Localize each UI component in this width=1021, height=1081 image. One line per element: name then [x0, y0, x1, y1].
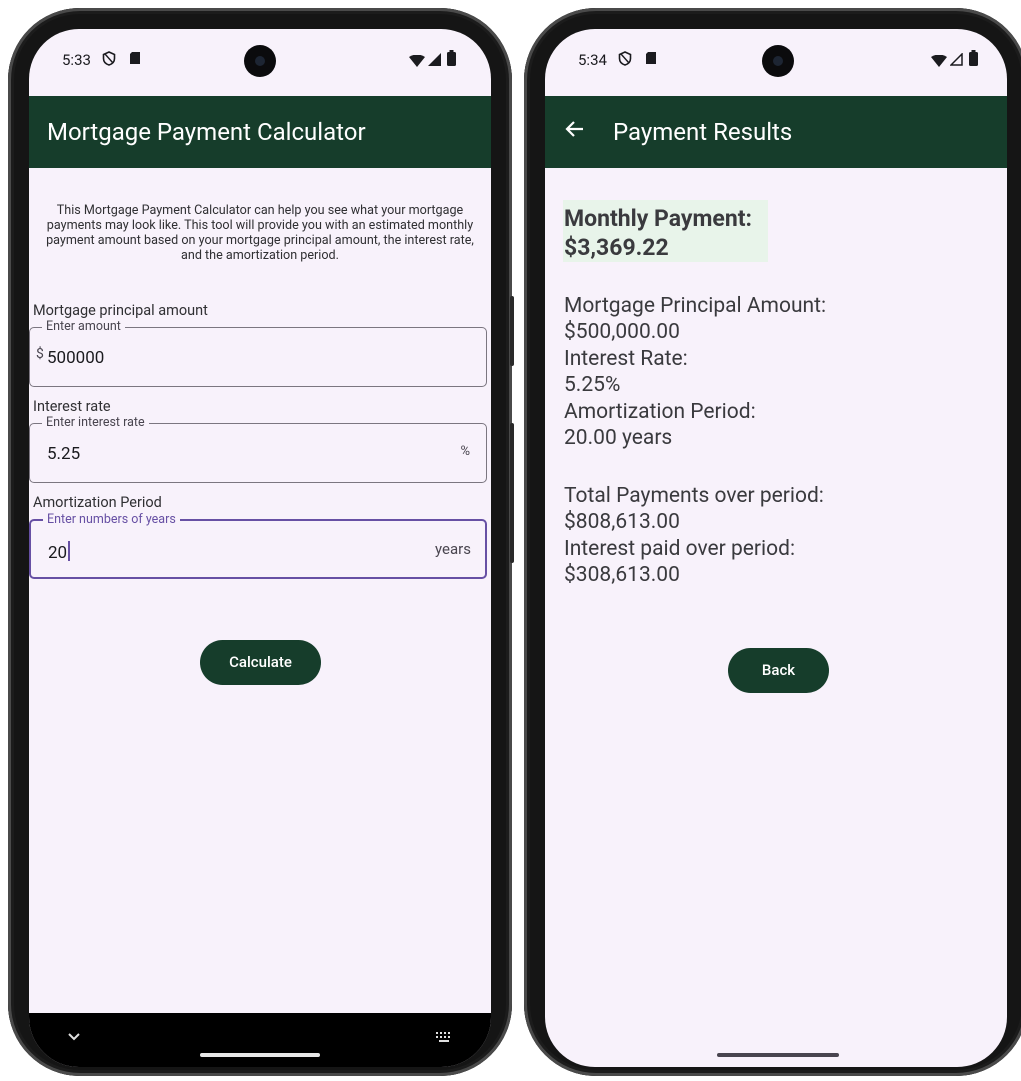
calculate-button[interactable]: Calculate — [200, 640, 321, 685]
interest-label: Interest rate — [33, 398, 111, 415]
period-label: Amortization Period: — [564, 400, 756, 424]
front-camera — [244, 45, 276, 77]
principal-legend: Enter amount — [42, 320, 125, 334]
intro-text: This Mortgage Payment Calculator can hel… — [46, 203, 474, 263]
currency-prefix: $ — [36, 346, 44, 362]
principal-label: Mortgage principal amount — [33, 302, 208, 319]
results-screen: 5:34 Payment Results Monthly Payment: $3… — [545, 29, 1007, 1067]
total-payments-label: Total Payments over period: — [564, 484, 824, 508]
keyboard-icon[interactable] — [435, 1031, 453, 1046]
interest-paid-label: Interest paid over period: — [564, 537, 796, 561]
chevron-down-icon[interactable] — [67, 1027, 81, 1046]
wifi-icon — [409, 53, 425, 71]
home-handle[interactable] — [200, 1053, 320, 1057]
percent-suffix: % — [460, 444, 470, 459]
app-bar: Mortgage Payment Calculator — [29, 96, 491, 168]
home-handle[interactable] — [717, 1053, 839, 1057]
monthly-payment-value: $3,369.22 — [564, 234, 669, 261]
battery-icon — [969, 50, 978, 70]
status-bar: 5:33 — [29, 29, 491, 93]
period-value: 20.00 years — [564, 426, 673, 450]
phone-frame-right: 5:34 Payment Results Monthly Payment: $3… — [524, 8, 1021, 1076]
status-time: 5:33 — [62, 51, 91, 69]
text-caret — [68, 541, 71, 561]
volume-button — [510, 296, 514, 366]
signal-icon — [949, 52, 963, 70]
monthly-payment-label: Monthly Payment: — [564, 205, 752, 232]
total-payments-value: $808,613.00 — [564, 510, 680, 534]
phone-frame-left: 5:33 Mortgage Payment Calculator This Mo… — [8, 8, 514, 1076]
power-button — [510, 423, 514, 563]
app-bar: Payment Results — [545, 96, 1007, 168]
sim-card-icon — [645, 51, 657, 69]
battery-icon — [447, 50, 456, 70]
principal-value: $500,000.00 — [564, 320, 680, 344]
sim-card-icon — [129, 51, 141, 69]
status-time: 5:34 — [578, 51, 607, 69]
front-camera — [762, 45, 794, 77]
amortization-value-wrap: 20 — [48, 541, 71, 563]
amortization-value: 20 — [48, 543, 68, 563]
calculator-screen: 5:33 Mortgage Payment Calculator This Mo… — [29, 29, 491, 1067]
shield-icon — [102, 51, 116, 70]
amortization-input[interactable]: Enter numbers of years 20 years — [29, 513, 487, 579]
rate-value: 5.25% — [564, 373, 621, 397]
interest-legend: Enter interest rate — [42, 416, 149, 430]
status-bar: 5:34 — [545, 29, 1007, 93]
signal-icon — [428, 52, 441, 70]
principal-value: 500000 — [47, 348, 105, 368]
app-title: Mortgage Payment Calculator — [47, 118, 366, 146]
back-button[interactable]: Back — [728, 648, 829, 693]
amortization-legend: Enter numbers of years — [43, 513, 180, 527]
interest-paid-value: $308,613.00 — [564, 563, 680, 587]
principal-label: Mortgage Principal Amount: — [564, 294, 827, 318]
navigation-bar — [29, 1013, 491, 1067]
back-arrow-icon[interactable] — [565, 116, 585, 144]
years-suffix: years — [435, 540, 471, 558]
interest-input[interactable]: Enter interest rate 5.25 % — [29, 416, 487, 483]
app-title: Payment Results — [613, 118, 793, 146]
wifi-icon — [931, 53, 947, 71]
interest-value: 5.25 — [47, 444, 81, 464]
amortization-label: Amortization Period — [33, 494, 162, 511]
principal-input[interactable]: Enter amount $ 500000 — [29, 320, 487, 387]
shield-icon — [618, 51, 632, 70]
rate-label: Interest Rate: — [564, 347, 688, 371]
